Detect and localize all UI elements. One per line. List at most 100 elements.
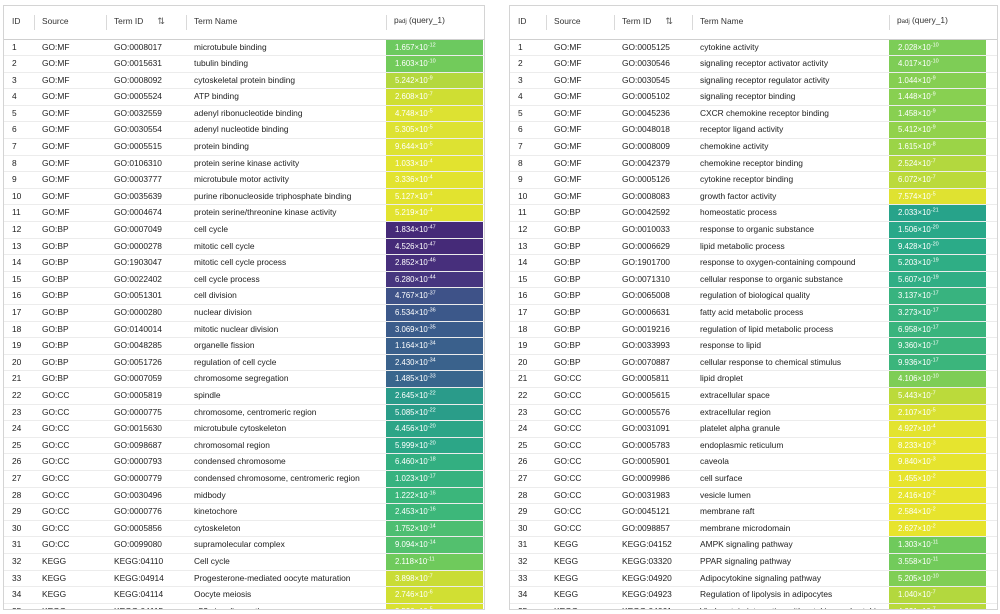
table-row[interactable]: 3 GO:MF GO:0008092 cytoskeletal protein bin… — [4, 72, 484, 89]
cell-term-id: GO:0008092 — [114, 74, 162, 85]
sort-icon[interactable]: ⇅ — [665, 14, 673, 30]
table-row[interactable]: 6 GO:MF GO:0030554 adenyl nucleotide bindin… — [4, 122, 484, 139]
table-row[interactable]: 23 GO:CC GO:0000775 chromosome, centromeric… — [4, 404, 484, 421]
table-row[interactable]: 35KEGGKEGG:04115p53 signaling pathway2.5… — [4, 603, 484, 609]
table-row[interactable]: 18 GO:BP GO:0019216 regulation of lipid met… — [510, 321, 997, 338]
table-row[interactable]: 24 GO:CC GO:0015630 microtubule cytoskeleto… — [4, 421, 484, 438]
table-row[interactable]: 21 GO:CC GO:0005811 lipid droplet 4.106×10-1… — [510, 371, 997, 388]
cell-id: 30 — [518, 522, 528, 533]
table-row[interactable]: 27 GO:CC GO:0000779 condensed chromosome, c… — [4, 470, 484, 488]
table-row[interactable]: 8 GO:MF GO:0042379 chemokine receptor bindi… — [510, 155, 997, 172]
table-row[interactable]: 24 GO:CC GO:0031091 platelet alpha granule 4… — [510, 421, 997, 438]
column-header-term-name[interactable]: Term Name — [692, 6, 889, 40]
table-row[interactable]: 22 GO:CC GO:0005819 spindle 2.645×10-22 — [4, 387, 484, 405]
p-value-times-ten: ×10 — [917, 75, 931, 85]
table-row[interactable]: 10 GO:MF GO:0035639 purine ribonucleoside t… — [4, 188, 484, 205]
column-header-id[interactable]: ID — [4, 6, 34, 40]
cell-term-id: GO:0045236 — [622, 107, 670, 118]
table-row[interactable]: 14 GO:BP GO:1903047 mitotic cell cycle proc… — [4, 255, 484, 272]
cell-source: GO:MF — [554, 157, 582, 168]
table-row[interactable]: 12 GO:BP GO:0007049 cell cycle 1.834×10-47 — [4, 222, 484, 239]
table-row[interactable]: 4 GO:MF GO:0005524 ATP binding 2.608×10-7 — [4, 89, 484, 106]
table-row[interactable]: 31 GO:CC GO:0099080 supramolecular complex 9… — [4, 537, 484, 554]
column-header-term-name[interactable]: Term Name — [186, 6, 386, 40]
p-value-times-ten: ×10 — [415, 607, 428, 609]
table-row[interactable]: 17 GO:BP GO:0006631 fatty acid metabolic pr… — [510, 305, 997, 322]
cell-p-adj: 5.127×10-4 — [386, 188, 484, 205]
p-value-mantissa: 3.137 — [898, 291, 918, 301]
table-row[interactable]: 33 KEGG KEGG:04914 Progesterone-mediated oo… — [4, 570, 484, 587]
table-row[interactable]: 31 KEGG KEGG:04152 AMPK signaling pathway 1.… — [510, 537, 997, 554]
table-row[interactable]: 35KEGGKEGG:04061Viral protein interactio… — [510, 603, 997, 609]
table-row[interactable]: 9 GO:MF GO:0003777 microtubule motor activi… — [4, 172, 484, 189]
table-row[interactable]: 20 GO:BP GO:0051726 regulation of cell cycl… — [4, 354, 484, 371]
table-row[interactable]: 5 GO:MF GO:0032559 adenyl ribonucleotide bi… — [4, 105, 484, 122]
table-row[interactable]: 8 GO:MF GO:0106310 protein serine kinase ac… — [4, 155, 484, 172]
table-row[interactable]: 1 GO:MF GO:0005125 cytokine activity 2.028×1… — [510, 39, 997, 56]
cell-id: 35 — [4, 603, 34, 609]
table-row[interactable]: 30 GO:CC GO:0098857 membrane microdomain 2.6… — [510, 520, 997, 537]
table-row[interactable]: 17 GO:BP GO:0000280 nuclear division 6.534×1… — [4, 305, 484, 322]
table-row[interactable]: 1 GO:MF GO:0008017 microtubule binding 1.657… — [4, 39, 484, 56]
table-row[interactable]: 16 GO:BP GO:0051301 cell division 4.767×10-3… — [4, 288, 484, 305]
table-row[interactable]: 21 GO:BP GO:0007059 chromosome segregation 1… — [4, 371, 484, 388]
table-row[interactable]: 6 GO:MF GO:0048018 receptor ligand activity… — [510, 122, 997, 139]
sort-icon[interactable]: ⇅ — [157, 14, 165, 30]
table-row[interactable]: 30 GO:CC GO:0005856 cytoskeleton 1.752×10-14 — [4, 520, 484, 537]
table-row[interactable]: 2 GO:MF GO:0030546 signaling receptor activ… — [510, 56, 997, 73]
table-row[interactable]: 29 GO:CC GO:0000776 kinetochore 2.453×10-16 — [4, 504, 484, 521]
table-row[interactable]: 29 GO:CC GO:0045121 membrane raft 2.584×10-2 — [510, 504, 997, 521]
table-row[interactable]: 4 GO:MF GO:0005102 signaling receptor bindi… — [510, 89, 997, 106]
column-header-p-adj[interactable]: padj (query_1) — [889, 6, 997, 40]
table-row[interactable]: 20 GO:BP GO:0070887 cellular response to ch… — [510, 354, 997, 371]
table-row[interactable]: 11 GO:MF GO:0004674 protein serine/threonin… — [4, 205, 484, 222]
p-value-mantissa: 1.834 — [395, 225, 415, 235]
table-row[interactable]: 10 GO:MF GO:0008083 growth factor activity 7… — [510, 188, 997, 205]
p-value-times-ten: ×10 — [414, 142, 428, 152]
table-row[interactable]: 27 GO:CC GO:0009986 cell surface 1.455×10-2 — [510, 470, 997, 488]
table-row[interactable]: 15 GO:BP GO:0022402 cell cycle process 6.280… — [4, 271, 484, 288]
table-row[interactable]: 25 GO:CC GO:0005783 endoplasmic reticulum 8.… — [510, 437, 997, 454]
table-row[interactable]: 19 GO:BP GO:0048285 organelle fission 1.164×… — [4, 338, 484, 355]
p-value-times-ten: ×10 — [414, 457, 428, 467]
column-header-p-adj[interactable]: padj (query_1) — [386, 6, 484, 40]
table-row[interactable]: 32 KEGG KEGG:03320 PPAR signaling pathway 3.… — [510, 553, 997, 570]
table-row[interactable]: 15 GO:BP GO:0071310 cellular response to or… — [510, 271, 997, 288]
cell-term-name: regulation of cell cycle — [194, 356, 277, 367]
table-row[interactable]: 13 GO:BP GO:0000278 mitotic cell cycle 4.526… — [4, 238, 484, 255]
table-row[interactable]: 7 GO:MF GO:0008009 chemokine activity 1.615×… — [510, 139, 997, 156]
table-row[interactable]: 5 GO:MF GO:0045236 CXCR chemokine receptor … — [510, 105, 997, 122]
table-row[interactable]: 2 GO:MF GO:0015631 tubulin binding 1.603×10-… — [4, 56, 484, 73]
table-row[interactable]: 16 GO:BP GO:0065008 regulation of biologica… — [510, 288, 997, 305]
column-header-id[interactable]: ID — [510, 6, 546, 40]
cell-term-name: platelet alpha granule — [700, 423, 781, 434]
table-row[interactable]: 26 GO:CC GO:0005901 caveola 9.840×10-3 — [510, 454, 997, 471]
cell-source: GO:CC — [554, 456, 582, 467]
table-row[interactable]: 3 GO:MF GO:0030545 signaling receptor regul… — [510, 72, 997, 89]
table-row[interactable]: 11 GO:BP GO:0042592 homeostatic process 2.03… — [510, 205, 997, 222]
table-row[interactable]: 13 GO:BP GO:0006629 lipid metabolic process… — [510, 238, 997, 255]
table-row[interactable]: 18 GO:BP GO:0140014 mitotic nuclear divisio… — [4, 321, 484, 338]
table-row[interactable]: 23 GO:CC GO:0005576 extracellular region 2.1… — [510, 404, 997, 421]
table-row[interactable]: 9 GO:MF GO:0005126 cytokine receptor bindin… — [510, 172, 997, 189]
table-row[interactable]: 33 KEGG KEGG:04920 Adipocytokine signaling … — [510, 570, 997, 587]
table-row[interactable]: 7 GO:MF GO:0005515 protein binding 9.644×10-… — [4, 139, 484, 156]
table-row[interactable]: 12 GO:BP GO:0010033 response to organic sub… — [510, 222, 997, 239]
table-row[interactable]: 19 GO:BP GO:0033993 response to lipid 9.360×… — [510, 338, 997, 355]
table-row[interactable]: 25 GO:CC GO:0098687 chromosomal region 5.999… — [4, 437, 484, 454]
table-row[interactable]: 28 GO:CC GO:0031983 vesicle lumen 2.416×10-2 — [510, 487, 997, 504]
table-row[interactable]: 34 KEGG KEGG:04114 Oocyte meiosis 2.746×10-6 — [4, 587, 484, 604]
p-value-heat-cell: 5.443×10-7 — [889, 387, 986, 404]
cell-p-adj: 4.017×10-10 — [889, 56, 997, 73]
column-header-term-id[interactable]: Term ID ⇅ — [614, 6, 692, 40]
table-row[interactable]: 32 KEGG KEGG:04110 Cell cycle 2.118×10-11 — [4, 553, 484, 570]
column-header-term-id[interactable]: Term ID ⇅ — [106, 6, 186, 40]
table-row[interactable]: 22 GO:CC GO:0005615 extracellular space 5.44… — [510, 387, 997, 405]
table-row[interactable]: 34 KEGG KEGG:04923 Regulation of lipolysis … — [510, 587, 997, 604]
table-row[interactable]: 14 GO:BP GO:1901700 response to oxygen-cont… — [510, 255, 997, 272]
column-header-source[interactable]: Source — [34, 6, 106, 40]
table-row[interactable]: 28 GO:CC GO:0030496 midbody 1.222×10-16 — [4, 487, 484, 504]
table-row[interactable]: 26 GO:CC GO:0000793 condensed chromosome 6.4… — [4, 454, 484, 471]
cell-p-adj: 4.221×10-7 — [889, 603, 997, 609]
column-header-source[interactable]: Source — [546, 6, 614, 40]
